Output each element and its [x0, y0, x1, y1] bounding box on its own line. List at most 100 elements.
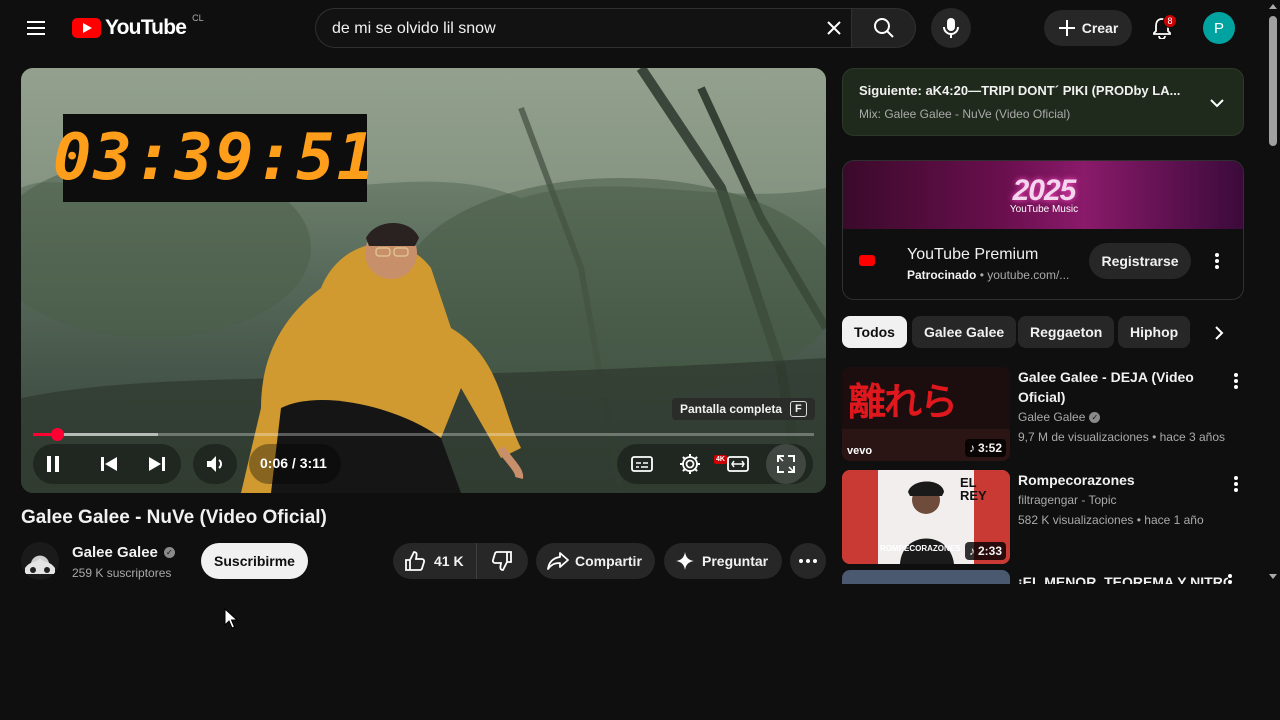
like-dislike-group: 41 K	[393, 543, 528, 579]
video-title: Galee Galee - NuVe (Video Oficial)	[21, 507, 327, 528]
next-up-subtitle: Mix: Galee Galee - NuVe (Video Oficial)	[859, 107, 1071, 121]
sparkle-icon	[676, 552, 694, 570]
ad-register-button[interactable]: Registrarse	[1089, 243, 1191, 279]
progress-bar[interactable]	[33, 428, 814, 441]
menu-button[interactable]	[20, 12, 52, 44]
autoplay-next-panel[interactable]: Siguiente: aK4:20—TRIPI DONT´ PIKI (PROD…	[842, 68, 1244, 136]
chip-hiphop[interactable]: Hiphop	[1118, 316, 1191, 348]
youtube-logo[interactable]: YouTube CL	[72, 13, 204, 41]
chips-next-button[interactable]	[1204, 318, 1234, 348]
search-icon	[873, 18, 894, 38]
recommendation-channel[interactable]: Galee Galee ✓	[1018, 410, 1101, 424]
more-vertical-icon	[1228, 574, 1232, 584]
recommendation-item[interactable]: EL REY ROMPECORAZONES ♪ 2:33 Rompecorazo…	[842, 470, 1244, 566]
skip-previous-icon	[101, 457, 117, 471]
top-bar: YouTube CL Crear 8 P	[0, 0, 1280, 56]
chip-todos[interactable]: Todos	[842, 316, 907, 348]
create-button[interactable]: Crear	[1044, 10, 1132, 46]
recommendation-more-button[interactable]	[1228, 369, 1244, 393]
share-icon	[547, 552, 569, 570]
search-button[interactable]	[852, 8, 916, 48]
expand-playlist-button[interactable]	[1203, 89, 1231, 117]
recommendation-item-partial[interactable]: ¡EL MENOR, TEOREMA Y NITRO	[842, 570, 1244, 584]
subscribe-button[interactable]: Suscribirme	[201, 543, 308, 579]
chip-reggaeton[interactable]: Reggaeton	[1018, 316, 1115, 348]
recommendation-thumbnail[interactable]: EL REY ROMPECORAZONES ♪ 2:33	[842, 470, 1010, 564]
search-input[interactable]	[332, 18, 812, 40]
like-button[interactable]: 41 K	[393, 543, 477, 579]
mute-button[interactable]	[195, 444, 235, 484]
next-button[interactable]	[137, 444, 177, 484]
skip-next-icon	[149, 457, 165, 471]
ad-banner-brand: YouTube Music	[1009, 203, 1079, 215]
account-avatar[interactable]: P	[1203, 12, 1235, 44]
recommendation-thumbnail[interactable]	[842, 570, 1010, 584]
chevron-right-icon	[1215, 326, 1224, 340]
recommendation-title[interactable]: Galee Galee - DEJA (Video Oficial)	[1018, 367, 1218, 407]
dislike-button[interactable]	[477, 543, 527, 579]
music-note-icon: ♪	[968, 544, 975, 558]
recommendation-channel[interactable]: filtragengar - Topic	[1018, 493, 1117, 507]
ad-domain: youtube.com/...	[987, 268, 1070, 282]
ad-banner-year: 2025	[1012, 173, 1077, 207]
recommendation-title[interactable]: ¡EL MENOR, TEOREMA Y NITRO	[1018, 572, 1228, 584]
close-icon	[827, 21, 841, 35]
ad-sponsored-label: Patrocinado	[907, 268, 977, 282]
channel-avatar[interactable]	[21, 542, 59, 580]
share-button[interactable]: Compartir	[536, 543, 655, 579]
theater-mode-icon	[727, 456, 749, 472]
subtitles-button[interactable]	[622, 444, 662, 484]
duration-badge: ♪ 3:52	[964, 439, 1006, 457]
ad-banner[interactable]: 2025 YouTube Music	[843, 161, 1243, 229]
ad-more-button[interactable]	[1205, 248, 1229, 274]
more-horizontal-icon	[799, 559, 817, 563]
recommendation-title[interactable]: Rompecorazones	[1018, 470, 1218, 490]
theater-mode-button[interactable]	[718, 444, 758, 484]
mic-icon	[943, 18, 959, 38]
like-count: 41 K	[434, 553, 464, 569]
recommendation-more-button[interactable]	[1228, 574, 1232, 584]
clock-overlay-text: 03:39:51	[52, 121, 378, 195]
voice-search-button[interactable]	[931, 8, 971, 48]
recommendation-channel-text: filtragengar - Topic	[1018, 493, 1117, 507]
next-up-title: Siguiente: aK4:20—TRIPI DONT´ PIKI (PROD…	[859, 83, 1181, 98]
more-actions-button[interactable]	[790, 543, 826, 579]
chevron-down-icon	[1210, 99, 1224, 108]
chip-galee-galee[interactable]: Galee Galee	[912, 316, 1017, 348]
ad-meta: Patrocinado • youtube.com/...	[907, 268, 1070, 282]
more-vertical-icon	[1215, 253, 1219, 269]
duration-badge: ♪ 2:33	[964, 542, 1006, 560]
recommendation-thumbnail[interactable]: 離れら vevo ♪ 3:52	[842, 367, 1010, 461]
scroll-down-arrow-icon[interactable]	[1269, 574, 1277, 579]
channel-avatar-art	[25, 558, 55, 574]
ask-button[interactable]: Preguntar	[664, 543, 782, 579]
pause-button[interactable]	[33, 444, 73, 484]
scrollbar-thumb[interactable]	[1269, 16, 1277, 146]
fullscreen-icon	[777, 455, 795, 473]
recommendation-stats: 582 K visualizaciones • hace 1 año	[1018, 513, 1204, 527]
recommendation-more-button[interactable]	[1228, 472, 1244, 496]
time-display: 0:06 / 3:11	[260, 455, 327, 471]
logo-text: YouTube	[105, 16, 187, 39]
sponsored-ad-card[interactable]: 2025 YouTube Music YouTube Premium Patro…	[842, 160, 1244, 300]
music-note-icon: ♪	[968, 441, 975, 455]
settings-button[interactable]	[670, 444, 710, 484]
scroll-up-arrow-icon[interactable]	[1269, 4, 1277, 9]
tooltip-shortcut-key: F	[790, 401, 807, 417]
youtube-play-icon	[72, 18, 101, 38]
recommendation-item[interactable]: 離れら vevo ♪ 3:52 Galee Galee - DEJA (Vide…	[842, 367, 1244, 463]
recommendation-stats: 9,7 M de visualizaciones • hace 3 años	[1018, 430, 1225, 444]
tooltip-label: Pantalla completa	[680, 402, 783, 416]
fullscreen-button[interactable]	[766, 444, 806, 484]
thumbs-up-icon	[405, 551, 426, 571]
channel-name[interactable]: Galee Galee ✓	[72, 544, 175, 561]
previous-button[interactable]	[89, 444, 129, 484]
clear-search-button[interactable]	[822, 16, 846, 40]
gear-icon	[680, 454, 700, 474]
duration-text: 3:52	[977, 441, 1002, 455]
mouse-cursor-icon	[224, 608, 238, 629]
recommendation-channel-text: Galee Galee	[1018, 410, 1086, 424]
create-label: Crear	[1081, 20, 1119, 36]
clock-overlay: 03:39:51	[53, 114, 375, 202]
video-player[interactable]: 03:39:51 Pantalla completa F 0:06 / 3:11…	[21, 68, 826, 493]
